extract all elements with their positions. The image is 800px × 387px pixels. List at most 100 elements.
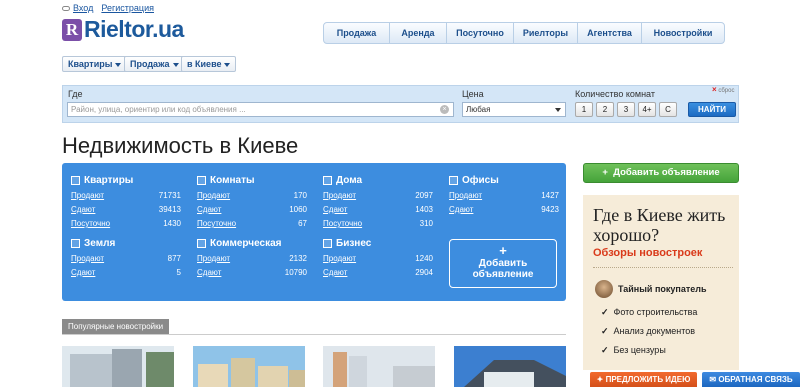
reset-label: сброс xyxy=(718,88,735,94)
row-count: 39413 xyxy=(158,205,181,214)
category-row: Сдают 1403 xyxy=(323,205,433,214)
row-label[interactable]: Сдают xyxy=(323,205,347,214)
row-label[interactable]: Продают xyxy=(71,254,104,263)
price-select[interactable]: Любая xyxy=(462,102,566,117)
popular-divider xyxy=(62,334,566,335)
add-listing-button[interactable]: + Добавить объявление xyxy=(583,163,739,183)
rooms-4plus-button[interactable]: 4+ xyxy=(638,102,656,117)
add-listing-label: Добавить объявление xyxy=(613,167,720,178)
where-label: Где xyxy=(68,89,83,99)
row-label[interactable]: Сдают xyxy=(323,268,347,277)
feedback-button[interactable]: ✉ ОБРАТНАЯ СВЯЗЬ xyxy=(702,372,800,387)
type-dropdown[interactable]: Квартиры xyxy=(62,56,128,72)
plus-icon: + xyxy=(602,167,608,178)
nav-agencies[interactable]: Агентства xyxy=(578,23,642,43)
check-icon: ✓ xyxy=(601,345,609,355)
category-title[interactable]: Бизнес xyxy=(336,238,371,249)
category-offices: Офисы Продают 1427 Сдают 9423 xyxy=(449,174,559,214)
category-title[interactable]: Коммерческая xyxy=(210,238,282,249)
clear-icon[interactable]: × xyxy=(440,105,449,114)
suggest-idea-button[interactable]: ✦ ПРЕДЛОЖИТЬ ИДЕЮ xyxy=(590,372,697,387)
logo[interactable]: R Rieltor.ua xyxy=(62,16,184,43)
city-dropdown[interactable]: в Киеве xyxy=(181,56,237,72)
nav-daily[interactable]: Посуточно xyxy=(447,23,514,43)
row-count: 310 xyxy=(419,219,433,228)
check-item: ✓ Анализ документов xyxy=(601,326,695,337)
category-row: Сдают 1060 xyxy=(197,205,307,214)
house-icon xyxy=(323,175,332,185)
nav-realtors[interactable]: Риелторы xyxy=(514,23,578,43)
chevron-down-icon xyxy=(172,62,179,67)
category-row: Посуточно 310 xyxy=(323,219,433,228)
category-title[interactable]: Дома xyxy=(336,175,362,186)
row-count: 67 xyxy=(298,219,307,228)
row-label[interactable]: Сдают xyxy=(197,268,221,277)
row-label[interactable]: Сдают xyxy=(197,205,221,214)
rooms-1-button[interactable]: 1 xyxy=(575,102,593,117)
check-label: Без цензуры xyxy=(613,345,666,355)
apartment-icon xyxy=(71,175,80,185)
row-label[interactable]: Сдают xyxy=(71,205,95,214)
category-row: Продают 2097 xyxy=(323,191,433,200)
row-count: 877 xyxy=(167,254,181,263)
category-title[interactable]: Земля xyxy=(84,238,115,249)
category-title[interactable]: Квартиры xyxy=(84,175,133,186)
nav-newbuilds[interactable]: Новостройки xyxy=(642,23,724,43)
row-label[interactable]: Сдают xyxy=(449,205,473,214)
row-label[interactable]: Посуточно xyxy=(71,219,110,228)
add-listing-box[interactable]: + Добавить объявление xyxy=(449,239,557,288)
chevron-down-icon xyxy=(115,62,122,67)
row-label[interactable]: Сдают xyxy=(71,268,95,277)
row-label[interactable]: Посуточно xyxy=(323,219,362,228)
newbuild-image xyxy=(62,346,174,387)
rooms-3-button[interactable]: 3 xyxy=(617,102,635,117)
category-title[interactable]: Комнаты xyxy=(210,175,255,186)
row-label[interactable]: Продают xyxy=(323,254,356,263)
login-link[interactable]: Вход xyxy=(62,3,93,13)
nav-sale[interactable]: Продажа xyxy=(324,23,390,43)
category-land: Земля Продают 877 Сдают 5 xyxy=(71,237,181,277)
category-business: Бизнес Продают 1240 Сдают 2904 xyxy=(323,237,433,277)
newbuild-thumb[interactable] xyxy=(454,346,566,387)
top-links: Вход Регистрация xyxy=(62,3,154,13)
check-label: Анализ документов xyxy=(613,326,696,336)
newbuild-thumb[interactable] xyxy=(323,346,435,387)
rooms-studio-button[interactable]: С xyxy=(659,102,677,117)
newbuild-thumb[interactable] xyxy=(62,346,174,387)
row-label[interactable]: Продают xyxy=(449,191,482,200)
rooms-2-button[interactable]: 2 xyxy=(596,102,614,117)
row-count: 1430 xyxy=(163,219,181,228)
row-label[interactable]: Посуточно xyxy=(197,219,236,228)
promo-banner[interactable]: Где в Киеве жить хорошо? Обзоры новостро… xyxy=(583,195,739,370)
chat-icon: ✉ xyxy=(709,375,717,384)
category-row: Посуточно 1430 xyxy=(71,219,181,228)
nav-rent[interactable]: Аренда xyxy=(390,23,447,43)
where-input[interactable]: Район, улица, ориентир или код объявлени… xyxy=(67,102,454,117)
newbuild-image xyxy=(323,346,435,387)
logo-text: Rieltor.ua xyxy=(84,16,184,42)
row-count: 9423 xyxy=(541,205,559,214)
categories-panel: Квартиры Продают 71731 Сдают 39413 Посуточ… xyxy=(62,163,566,301)
category-title[interactable]: Офисы xyxy=(462,175,499,186)
register-link[interactable]: Регистрация xyxy=(101,3,154,13)
category-row: Сдают 5 xyxy=(71,268,181,277)
row-label[interactable]: Продают xyxy=(197,254,230,263)
reset-link[interactable]: × сброс xyxy=(712,85,734,94)
row-label[interactable]: Продают xyxy=(197,191,230,200)
type-value: Квартиры xyxy=(68,59,113,69)
add-box-line1: Добавить xyxy=(478,258,528,269)
newbuild-thumb[interactable] xyxy=(193,346,305,387)
check-item: ✓ Фото строительства xyxy=(601,307,697,318)
chevron-down-icon xyxy=(555,108,561,112)
main-nav: Продажа Аренда Посуточно Риелторы Агентс… xyxy=(323,22,725,44)
commercial-icon xyxy=(197,238,206,248)
row-label[interactable]: Продают xyxy=(71,191,104,200)
row-count: 2132 xyxy=(289,254,307,263)
row-count: 1060 xyxy=(289,205,307,214)
popular-tab[interactable]: Популярные новостройки xyxy=(62,319,170,334)
check-icon: ✓ xyxy=(601,307,609,317)
deal-dropdown[interactable]: Продажа xyxy=(124,56,185,72)
row-label[interactable]: Продают xyxy=(323,191,356,200)
find-button[interactable]: НАЙТИ xyxy=(688,102,736,117)
room-icon xyxy=(197,175,206,185)
